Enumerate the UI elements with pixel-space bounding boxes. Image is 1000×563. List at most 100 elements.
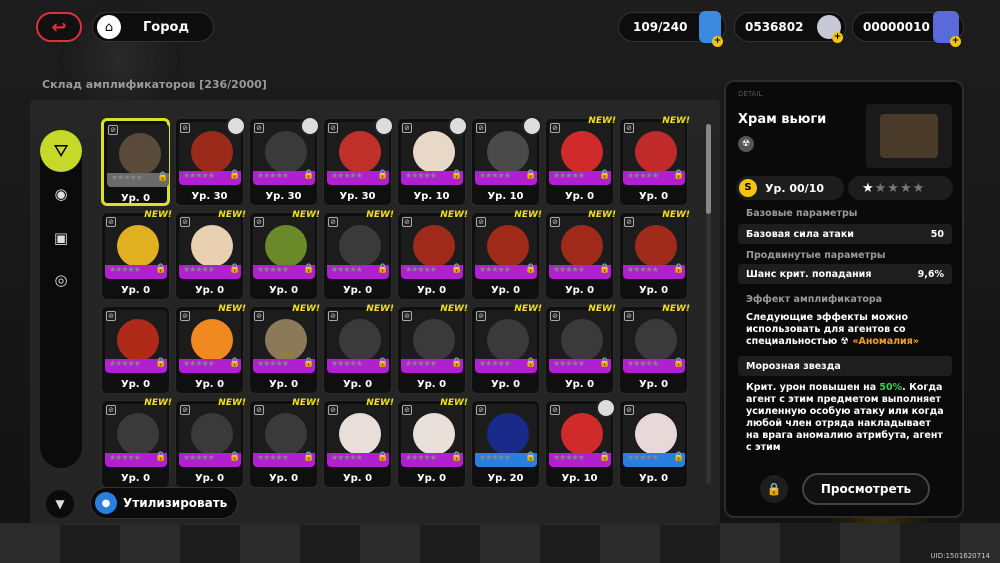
new-badge: NEW! (588, 210, 616, 220)
new-badge: NEW! (292, 210, 320, 220)
wengine-card[interactable]: ★★★★★ 🔒 ⊘ Ур. 0 NEW! (545, 116, 616, 206)
wengine-card[interactable]: ★★★★★ 🔒 ⊘ Ур. 0 NEW! (471, 210, 542, 300)
wengine-card[interactable]: ★★★★★ 🔒 ⊘ Ур. 0 (101, 306, 170, 394)
wengine-card[interactable]: ★★★★★ 🔒 ⊘ Ур. 0 NEW! (397, 398, 468, 488)
lock-icon: 🔒 (673, 264, 685, 274)
card-stars: ★★★★★ (109, 359, 141, 368)
wengine-card[interactable]: ★★★★★ 🔒 ⊘ Ур. 0 (101, 118, 170, 206)
card-stars: ★★★★★ (331, 453, 363, 462)
lock-icon: 🔒 (525, 170, 537, 180)
wengine-card[interactable]: ★★★★★ 🔒 ⊘ Ур. 10 (397, 116, 468, 206)
wengine-card[interactable]: ★★★★★ 🔒 ⊘ Ур. 0 NEW! (619, 116, 690, 206)
wengine-card[interactable]: ★★★★★ 🔒 ⊘ Ур. 0 NEW! (323, 304, 394, 394)
type-icon: ⊘ (254, 405, 264, 415)
home-button[interactable]: ⌂ Город (92, 12, 214, 42)
back-button[interactable]: ↩ (36, 12, 82, 42)
lock-icon: 🔒 (599, 170, 611, 180)
card-level: Ур. 0 (638, 285, 669, 296)
type-icon: ⊘ (328, 311, 338, 321)
wengine-art (191, 413, 233, 455)
wengine-card[interactable]: ★★★★★ 🔒 ⊘ Ур. 0 NEW! (471, 304, 542, 394)
card-stars: ★★★★★ (627, 171, 659, 180)
wengine-card[interactable]: ★★★★★ 🔒 ⊘ Ур. 10 (545, 398, 616, 488)
wengine-card[interactable]: ★★★★★ 🔒 ⊘ Ур. 0 NEW! (175, 210, 246, 300)
lock-icon: 🔒 (229, 170, 241, 180)
wengine-card[interactable]: ★★★★★ 🔒 ⊘ Ур. 0 (619, 400, 688, 488)
scroll-thumb[interactable] (706, 124, 711, 214)
equipped-agent-avatar (374, 116, 394, 136)
anomaly-small-icon: ☢ (840, 336, 850, 347)
new-badge: NEW! (662, 210, 690, 220)
grid-scrollbar[interactable] (706, 124, 711, 484)
type-icon: ⊘ (106, 217, 116, 227)
new-badge: NEW! (144, 210, 172, 220)
lock-icon: 🔒 (155, 358, 167, 368)
wengine-art (487, 319, 529, 361)
wengine-art (487, 225, 529, 267)
wengine-category-icon[interactable]: ⛛ (40, 130, 82, 172)
type-icon: ⊘ (476, 123, 486, 133)
wengine-card[interactable]: ★★★★★ 🔒 ⊘ Ур. 30 (323, 116, 394, 206)
wengine-card[interactable]: ★★★★★ 🔒 ⊘ Ур. 0 NEW! (101, 398, 172, 488)
base-attack-row: Базовая сила атаки 50 (738, 224, 952, 244)
card-level: Ур. 10 (413, 191, 450, 202)
wengine-card[interactable]: ★★★★★ 🔒 ⊘ Ур. 0 NEW! (397, 210, 468, 300)
material-category-icon[interactable]: ▣ (49, 226, 73, 250)
lock-icon: 🔒 (599, 358, 611, 368)
wengine-card[interactable]: ★★★★★ 🔒 ⊘ Ур. 0 NEW! (323, 210, 394, 300)
lock-icon: 🔒 (229, 264, 241, 274)
wengine-card[interactable]: ★★★★★ 🔒 ⊘ Ур. 0 NEW! (175, 398, 246, 488)
filter-icon[interactable]: ▼ (46, 490, 74, 518)
dispose-button[interactable]: ● Утилизировать (90, 487, 238, 519)
wengine-card[interactable]: ★★★★★ 🔒 ⊘ Ур. 0 NEW! (249, 398, 320, 488)
skill-description[interactable]: Крит. урон повышен на 50%. Когда агент с… (738, 382, 952, 468)
wengine-card[interactable]: ★★★★★ 🔒 ⊘ Ур. 30 (249, 116, 320, 206)
lock-icon: 🔒 (377, 264, 389, 274)
lock-icon: 🔒 (229, 358, 241, 368)
wengine-card[interactable]: ★★★★★ 🔒 ⊘ Ур. 0 NEW! (101, 210, 172, 300)
wengine-card[interactable]: ★★★★★ 🔒 ⊘ Ур. 0 NEW! (249, 304, 320, 394)
equipped-agent-avatar (596, 398, 616, 418)
new-badge: NEW! (366, 210, 394, 220)
wengine-art (117, 413, 159, 455)
wengine-card[interactable]: ★★★★★ 🔒 ⊘ Ур. 20 (471, 400, 540, 488)
wengine-card[interactable]: ★★★★★ 🔒 ⊘ Ур. 0 NEW! (545, 304, 616, 394)
card-stars: ★★★★★ (405, 453, 437, 462)
wengine-card[interactable]: ★★★★★ 🔒 ⊘ Ур. 0 NEW! (175, 304, 246, 394)
currency1-counter[interactable]: 0536802 + (734, 12, 846, 43)
card-level: Ур. 0 (120, 379, 151, 390)
wengine-art (635, 131, 677, 173)
card-level: Ур. 0 (638, 473, 669, 484)
wengine-card[interactable]: ★★★★★ 🔒 ⊘ Ур. 30 (175, 116, 246, 206)
card-level: Ур. 0 (342, 473, 373, 484)
currency2-counter[interactable]: 00000010 + (852, 11, 964, 47)
type-icon: ⊘ (328, 405, 338, 415)
card-level: Ур. 0 (490, 379, 521, 390)
wengine-card[interactable]: ★★★★★ 🔒 ⊘ Ур. 0 NEW! (619, 304, 690, 394)
card-level: Ур. 0 (564, 379, 595, 390)
wengine-card[interactable]: ★★★★★ 🔒 ⊘ Ур. 0 NEW! (323, 398, 394, 488)
currency1-value: 0536802 (745, 20, 804, 34)
lock-icon: 🔒 (303, 452, 315, 462)
wengine-card[interactable]: ★★★★★ 🔒 ⊘ Ур. 10 (471, 116, 542, 206)
type-icon: ⊘ (254, 217, 264, 227)
lock-button[interactable]: 🔒 (760, 475, 788, 503)
card-stars: ★★★★★ (183, 453, 215, 462)
card-level: Ур. 0 (120, 473, 151, 484)
card-stars: ★★★★★ (405, 359, 437, 368)
lock-icon: 🔒 (229, 452, 241, 462)
wengine-card[interactable]: ★★★★★ 🔒 ⊘ Ур. 0 NEW! (249, 210, 320, 300)
disc-category-icon[interactable]: ◉ (49, 182, 73, 206)
card-level: Ур. 0 (194, 473, 225, 484)
lock-icon: 🔒 (155, 452, 167, 462)
stamina-counter[interactable]: 109/240 + (618, 11, 726, 47)
wengine-art (265, 413, 307, 455)
type-icon: ⊘ (106, 311, 116, 321)
bangboo-category-icon[interactable]: ◎ (49, 268, 73, 292)
view-button[interactable]: Просмотреть (802, 473, 930, 505)
wengine-card[interactable]: ★★★★★ 🔒 ⊘ Ур. 0 NEW! (619, 210, 690, 300)
wengine-card[interactable]: ★★★★★ 🔒 ⊘ Ур. 0 NEW! (397, 304, 468, 394)
lock-icon: 🔒 (303, 264, 315, 274)
type-icon: ⊘ (180, 123, 190, 133)
wengine-card[interactable]: ★★★★★ 🔒 ⊘ Ур. 0 NEW! (545, 210, 616, 300)
